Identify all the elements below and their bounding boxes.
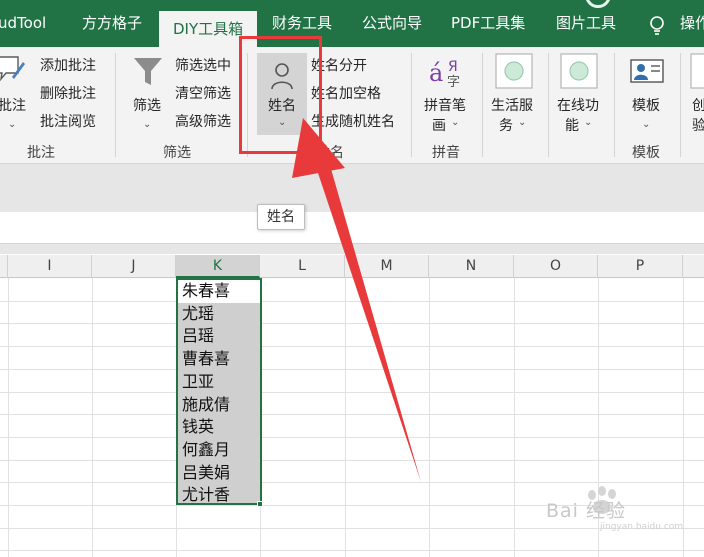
watermark-url: jingyan.baidu.com (600, 522, 684, 532)
watermark-text: Bai 经验 (546, 500, 626, 522)
annotation-arrow (292, 118, 421, 482)
